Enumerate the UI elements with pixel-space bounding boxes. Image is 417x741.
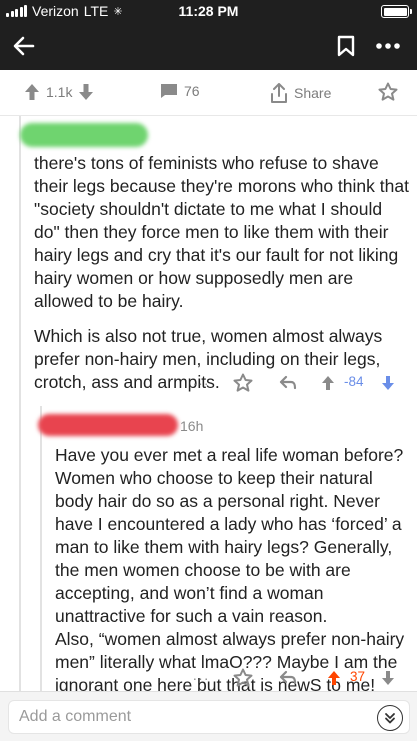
battery-icon <box>381 5 412 18</box>
downvote-icon[interactable] <box>78 83 94 101</box>
reply-icon <box>279 670 297 685</box>
reply-icon <box>279 375 297 390</box>
comment-paragraph: there's tons of feminists who refuse to … <box>34 153 409 311</box>
status-time: 11:28 PM <box>178 3 239 19</box>
comment-body: Have you ever met a real life woman befo… <box>55 444 413 697</box>
downvote-button[interactable] <box>378 670 398 686</box>
bookmark-icon <box>337 35 355 57</box>
comment-line: Women who choose to keep their natural <box>55 468 373 488</box>
award-icon <box>233 373 253 392</box>
more-button[interactable]: ··· <box>188 375 214 391</box>
more-button[interactable] <box>368 33 408 59</box>
comment-line: unattractive for such a vain reason. <box>55 606 328 626</box>
back-button[interactable] <box>10 32 38 60</box>
comment-2: 16h Have you ever met a real life woman … <box>0 406 417 696</box>
comment-input[interactable] <box>19 701 359 733</box>
comment-icon <box>161 84 177 98</box>
comment-score: -84 <box>344 374 364 389</box>
comment-line: Also, “women almost always prefer non-ha… <box>55 629 405 649</box>
add-comment-box <box>8 700 410 734</box>
comment-time: 16h <box>180 418 204 434</box>
award-button[interactable] <box>231 668 255 688</box>
share-label: Share <box>294 85 332 101</box>
share-button[interactable]: Share <box>270 83 331 103</box>
vote-group: 1.1k <box>24 83 94 101</box>
downvote-icon <box>382 376 394 390</box>
post-action-bar: 1.1k 76 Share <box>0 70 417 116</box>
status-bar: Verizon LTE ✳ 11:28 PM <box>0 0 417 22</box>
comment-body: there's tons of feminists who refuse to … <box>34 152 409 406</box>
redacted-username <box>38 414 178 436</box>
comment-line: the men women choose to be with are <box>55 560 351 580</box>
downvote-icon <box>382 671 394 685</box>
comment-actions: ··· 37 <box>0 666 417 690</box>
more-icon: ··· <box>192 670 210 686</box>
award-button[interactable] <box>231 373 255 393</box>
comment-line: Have you ever met a real life woman befo… <box>55 445 404 465</box>
comments-button[interactable]: 76 <box>160 83 200 99</box>
bottom-bar <box>0 691 417 741</box>
reply-button[interactable] <box>276 375 300 391</box>
collapse-button[interactable] <box>377 705 403 731</box>
comment-line: body hair do so as a personal right. Nev… <box>55 491 380 511</box>
double-chevron-down-icon <box>385 713 395 724</box>
comment-line: have I encountered a lady who has ‘force… <box>55 514 402 534</box>
comment-line: accepting, and won’t find a woman <box>55 583 324 603</box>
save-button[interactable] <box>333 33 359 59</box>
share-icon <box>271 83 287 103</box>
award-icon <box>233 668 253 687</box>
more-icon <box>376 43 400 49</box>
upvote-button[interactable] <box>318 375 338 391</box>
comment-actions: ··· -84 <box>0 371 417 395</box>
award-icon <box>378 82 398 101</box>
upvote-icon <box>322 376 334 390</box>
downvote-button[interactable] <box>378 375 398 391</box>
thread-line <box>40 406 42 691</box>
award-button[interactable] <box>378 82 398 105</box>
post-score: 1.1k <box>46 84 73 100</box>
upvote-icon <box>328 671 340 685</box>
upvote-button[interactable] <box>324 670 344 686</box>
comment-score: 37 <box>350 669 366 684</box>
arrow-left-icon <box>13 36 35 56</box>
comment-1: there's tons of feminists who refuse to … <box>0 116 417 406</box>
more-button[interactable]: ··· <box>188 670 214 686</box>
upvote-icon[interactable] <box>24 83 40 101</box>
redacted-username <box>20 123 148 147</box>
thread-line <box>19 116 21 406</box>
more-icon: ··· <box>192 375 210 391</box>
reply-button[interactable] <box>276 670 300 686</box>
thread-line <box>19 406 21 696</box>
top-nav <box>0 22 417 70</box>
comment-count: 76 <box>184 83 200 99</box>
comment-line: man to like them with hairy legs? Genera… <box>55 537 393 557</box>
